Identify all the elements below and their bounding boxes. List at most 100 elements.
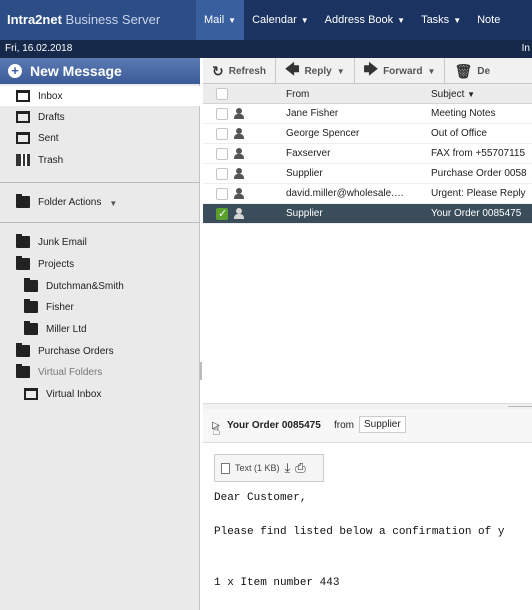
menu-mail-label: Mail bbox=[204, 14, 225, 26]
message-row-selected[interactable]: Supplier Your Order 0085475 bbox=[203, 204, 532, 224]
folder-label: Sent bbox=[38, 132, 59, 144]
trash-icon: 🗑 bbox=[454, 62, 473, 79]
message-list-header: From Subject ▼ bbox=[203, 84, 532, 104]
row-checkbox[interactable] bbox=[216, 168, 228, 180]
chevron-down-icon: ▼ bbox=[109, 198, 118, 208]
drafts-icon bbox=[16, 111, 30, 123]
folder-open-icon bbox=[16, 364, 30, 378]
folder-label: Virtual Folders bbox=[38, 366, 103, 378]
folder-dutchman-smith[interactable]: Dutchman&Smith bbox=[0, 276, 200, 296]
folder-icon bbox=[24, 299, 38, 313]
folder-sent[interactable]: Sent bbox=[0, 128, 200, 148]
message-row[interactable]: david.miller@wholesale.… Urgent: Please … bbox=[203, 184, 532, 204]
folder-virtual-inbox[interactable]: Virtual Inbox bbox=[0, 384, 200, 404]
splitter-grip[interactable] bbox=[508, 406, 532, 407]
menu-mail[interactable]: Mail ▼ bbox=[196, 0, 245, 40]
forward-button[interactable]: 🡆 Forward ▼ bbox=[355, 58, 446, 84]
download-icon[interactable]: ⤓ bbox=[285, 460, 291, 476]
message-from: George Spencer bbox=[286, 128, 360, 139]
menu-calendar[interactable]: Calendar ▼ bbox=[244, 0, 317, 40]
message-from: david.miller@wholesale.… bbox=[286, 188, 404, 199]
inbox-icon bbox=[24, 388, 38, 400]
message-subject: Out of Office bbox=[431, 128, 487, 139]
current-date: Fri, 16.02.2018 bbox=[5, 43, 73, 54]
folder-trash[interactable]: Trash bbox=[0, 150, 200, 170]
refresh-icon: ↻ bbox=[212, 62, 224, 79]
brand: Intra2net Business Server bbox=[0, 0, 196, 40]
new-message-button[interactable]: + New Message bbox=[0, 58, 200, 84]
folder-actions-button[interactable]: Folder Actions ▼ bbox=[0, 192, 200, 212]
message-from: Supplier bbox=[286, 208, 323, 219]
new-message-label: New Message bbox=[30, 63, 122, 79]
row-checkbox[interactable] bbox=[216, 148, 228, 160]
message-subject: Your Order 0085475 bbox=[431, 208, 522, 219]
row-checkbox[interactable] bbox=[216, 188, 228, 200]
folder-icon bbox=[24, 321, 38, 335]
refresh-label: Refresh bbox=[228, 65, 266, 77]
chevron-down-icon: ▼ bbox=[427, 66, 436, 76]
forward-label: Forward bbox=[383, 65, 423, 77]
folder-icon bbox=[16, 234, 30, 248]
folder-virtual-folders[interactable]: Virtual Folders bbox=[0, 362, 200, 382]
attachment[interactable]: Text (1 KB) ⤓ ⎙ bbox=[214, 454, 324, 482]
message-row[interactable]: Supplier Purchase Order 0058 bbox=[203, 164, 532, 184]
message-subject: FAX from +55707115 bbox=[431, 148, 526, 159]
folder-projects[interactable]: Projects bbox=[0, 254, 200, 274]
plus-icon: + bbox=[8, 64, 22, 78]
folder-miller-ltd[interactable]: Miller Ltd bbox=[0, 319, 200, 339]
preview-sender[interactable]: Supplier bbox=[359, 416, 406, 433]
folder-label: Junk Email bbox=[38, 236, 87, 248]
brand-name-bold: Intra2net bbox=[7, 12, 62, 27]
message-subject: Purchase Order 0058 bbox=[431, 168, 527, 179]
menu-notes-label: Note bbox=[477, 14, 501, 26]
message-row[interactable]: Faxserver FAX from +55707115 bbox=[203, 144, 532, 164]
inbox-icon bbox=[16, 90, 30, 102]
sidebar-resize-handle[interactable] bbox=[200, 362, 202, 380]
folder-fisher[interactable]: Fisher bbox=[0, 297, 200, 317]
menu-address-book[interactable]: Address Book ▼ bbox=[317, 0, 413, 40]
folder-label: Trash bbox=[38, 154, 64, 166]
column-header-subject-label: Subject bbox=[431, 89, 465, 100]
chevron-down-icon: ▼ bbox=[228, 16, 237, 25]
person-icon bbox=[234, 168, 244, 179]
folder-icon bbox=[24, 278, 38, 292]
folder-label: Projects bbox=[38, 258, 75, 270]
mail-toolbar: ↻ Refresh 🡄 Reply ▼ 🡆 Forward ▼ 🗑 De bbox=[203, 58, 532, 84]
menu-notes[interactable]: Note bbox=[469, 0, 508, 40]
print-icon[interactable]: ⎙ bbox=[295, 460, 305, 476]
folder-drafts[interactable]: Drafts bbox=[0, 107, 200, 127]
refresh-button[interactable]: ↻ Refresh bbox=[203, 58, 276, 84]
status-bar: Fri, 16.02.2018 In bbox=[0, 40, 532, 58]
menu-tasks[interactable]: Tasks ▼ bbox=[413, 0, 469, 40]
message-subject: Urgent: Please Reply bbox=[431, 188, 526, 199]
main-menu: Mail ▼ Calendar ▼ Address Book ▼ Tasks ▼ Not… bbox=[196, 0, 532, 40]
message-from: Supplier bbox=[286, 168, 323, 179]
folder-inbox[interactable]: Inbox bbox=[0, 86, 200, 106]
select-all-checkbox[interactable] bbox=[216, 88, 228, 100]
folder-label: Inbox bbox=[38, 90, 63, 102]
delete-button[interactable]: 🗑 De bbox=[445, 58, 499, 84]
message-from: Faxserver bbox=[286, 148, 331, 159]
row-checkbox[interactable] bbox=[216, 128, 228, 140]
reply-label: Reply bbox=[304, 65, 332, 77]
preview-header: ▷ Your Order 0085475 from Supplier bbox=[203, 409, 532, 443]
sent-icon bbox=[16, 132, 30, 144]
reply-button[interactable]: 🡄 Reply ▼ bbox=[276, 58, 355, 84]
message-preview: Text (1 KB) ⤓ ⎙ Dear Customer, Please fi… bbox=[203, 444, 532, 610]
column-header-subject[interactable]: Subject ▼ bbox=[431, 89, 475, 100]
folder-junk-email[interactable]: Junk Email bbox=[0, 232, 200, 252]
status-bar-right-text: In bbox=[521, 43, 530, 54]
person-icon bbox=[234, 108, 244, 119]
folder-purchase-orders[interactable]: Purchase Orders bbox=[0, 341, 200, 361]
hand-cursor-icon: ☝ bbox=[212, 422, 221, 438]
message-subject: Meeting Notes bbox=[431, 108, 496, 119]
row-checkbox[interactable] bbox=[216, 108, 228, 120]
preview-from-label: from bbox=[334, 420, 354, 431]
row-checkbox-checked[interactable] bbox=[216, 207, 228, 220]
column-header-from[interactable]: From bbox=[286, 89, 309, 100]
message-row[interactable]: Jane Fisher Meeting Notes bbox=[203, 104, 532, 124]
sidebar: + New Message Inbox Drafts Sent Trash Fo… bbox=[0, 58, 200, 610]
chevron-down-icon: ▼ bbox=[336, 66, 345, 76]
folder-actions-label: Folder Actions bbox=[38, 196, 102, 208]
message-row[interactable]: George Spencer Out of Office bbox=[203, 124, 532, 144]
